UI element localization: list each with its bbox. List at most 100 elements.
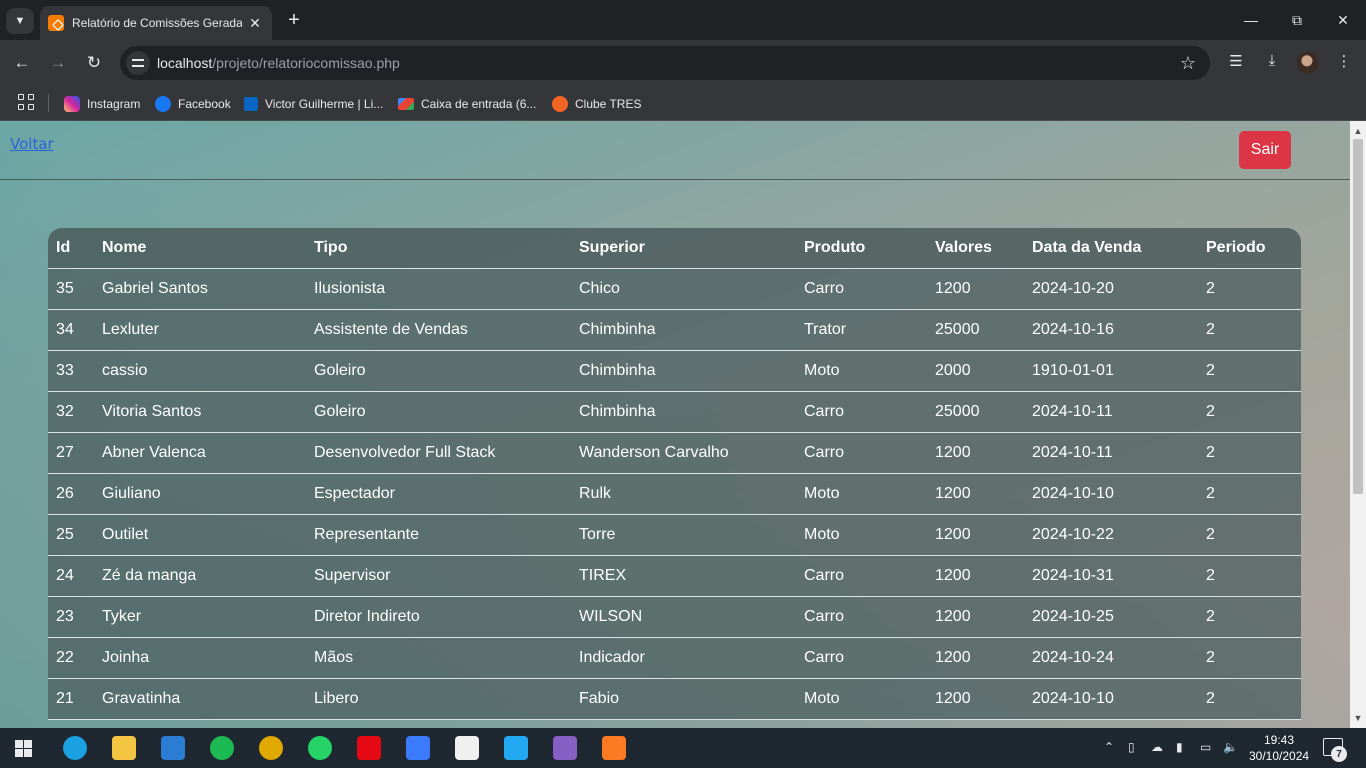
linkedin-icon [244, 97, 258, 111]
column-header: Id [48, 228, 94, 269]
tab-close-icon[interactable]: ✕ [246, 15, 264, 32]
instagram-icon [64, 96, 80, 112]
column-header: Produto [796, 228, 927, 269]
profile-avatar[interactable] [1297, 52, 1319, 74]
table-cell: Abner Valenca [94, 432, 306, 474]
bookmark-gmail[interactable]: Caixa de entrada (6... [398, 92, 536, 116]
github-icon[interactable] [455, 736, 479, 760]
bookmark-separator [48, 94, 49, 112]
bookmark-facebook[interactable]: Facebook [155, 92, 231, 116]
vertical-scrollbar[interactable]: ▲ ▼ [1350, 121, 1366, 728]
table-cell: Representante [306, 514, 571, 556]
table-cell: 25 [48, 514, 94, 556]
table-cell: Outilet [94, 514, 306, 556]
show-hidden-icons-icon[interactable]: ⌃ [1104, 740, 1114, 754]
netflix-icon[interactable] [357, 736, 381, 760]
table-cell: 25000 [927, 309, 1024, 351]
address-bar[interactable]: localhost/projeto/relatoriocomissao.php … [120, 46, 1210, 80]
table-cell: Chimbinha [571, 350, 796, 392]
url-text: localhost/projeto/relatoriocomissao.php [157, 55, 400, 71]
table-cell: 2 [1198, 514, 1301, 556]
volume-icon[interactable]: 🔈 [1223, 740, 1238, 754]
table-cell: Lexluter [94, 309, 306, 351]
vscode-icon[interactable] [504, 736, 528, 760]
scrollbar-thumb[interactable] [1353, 139, 1363, 494]
system-clock[interactable]: 19:43 30/10/2024 [1249, 732, 1309, 764]
spotify-icon[interactable] [210, 736, 234, 760]
mail-icon[interactable] [161, 736, 185, 760]
onedrive-icon[interactable]: ☁ [1151, 740, 1163, 754]
browser-titlebar: ▼ Relatório de Comissões Geradas ✕ + — ⧉… [0, 0, 1366, 40]
table-row: 22 Joinha Mãos Indicador Carro 1200 2024-10-24… [48, 637, 1301, 679]
column-header: Superior [571, 228, 796, 269]
bookmark-linkedin[interactable]: Victor Guilherme | Li... [244, 92, 383, 116]
bookmark-instagram[interactable]: Instagram [64, 92, 140, 116]
tab-search-button[interactable]: ▼ [6, 8, 34, 34]
table-cell: 21 [48, 678, 94, 720]
device-icon[interactable]: ▯ [1128, 740, 1135, 754]
xampp-icon[interactable] [602, 736, 626, 760]
edge-icon[interactable] [63, 736, 87, 760]
active-tab[interactable]: Relatório de Comissões Geradas ✕ [40, 6, 272, 40]
apps-grid-icon[interactable] [18, 94, 34, 110]
bookmark-star-icon[interactable]: ☆ [1180, 53, 1196, 74]
restore-button[interactable]: ⧉ [1274, 0, 1320, 40]
table-cell: 27 [48, 432, 94, 474]
network-icon[interactable]: ▭ [1200, 740, 1211, 754]
table-row: 24 Zé da manga Supervisor TIREX Carro 1200 202… [48, 555, 1301, 597]
bookmark-clube-tres[interactable]: Clube TRES [552, 92, 641, 116]
logout-button[interactable]: Sair [1239, 131, 1291, 169]
table-cell: 22 [48, 637, 94, 679]
clock-date: 30/10/2024 [1249, 749, 1310, 763]
windows-start-icon[interactable] [15, 740, 32, 757]
table-cell: 2 [1198, 309, 1301, 351]
bookmarks-bar: Instagram Facebook Victor Guilherme | Li… [0, 86, 1366, 121]
windows-taskbar: ⌃ ▯ ☁ ▮ ▭ 🔈 19:43 30/10/2024 7 [0, 728, 1366, 768]
table-cell: 33 [48, 350, 94, 392]
column-header: Periodo [1198, 228, 1301, 269]
table-cell: 2 [1198, 432, 1301, 474]
clube-tres-icon [552, 96, 568, 112]
table-cell: 2024-10-24 [1024, 637, 1198, 679]
commission-table-container: Id Nome Tipo Superior Produto Valores Data da … [48, 228, 1301, 720]
url-host: localhost [157, 55, 213, 71]
table-cell: 2024-10-20 [1024, 268, 1198, 310]
table-row: 33 cassio Goleiro Chimbinha Moto 2000 1910-01-… [48, 350, 1301, 392]
back-link[interactable]: Voltar [10, 135, 54, 153]
download-icon[interactable]: ⤓ [1261, 52, 1283, 69]
table-cell: TIREX [571, 555, 796, 597]
reload-icon[interactable]: ↻ [82, 51, 106, 75]
whatsapp-icon[interactable] [308, 736, 332, 760]
table-cell: 1200 [927, 555, 1024, 597]
table-cell: Mãos [306, 637, 571, 679]
new-tab-button[interactable]: + [282, 8, 306, 32]
scroll-down-arrow-icon[interactable]: ▼ [1350, 710, 1366, 726]
table-cell: Carro [796, 432, 927, 474]
table-cell: 25000 [927, 391, 1024, 433]
facebook-icon [155, 96, 171, 112]
table-cell: 2 [1198, 637, 1301, 679]
forward-arrow-icon[interactable]: → [46, 51, 70, 75]
file-explorer-icon[interactable] [112, 736, 136, 760]
site-info-icon[interactable] [126, 51, 150, 75]
table-cell: 2 [1198, 596, 1301, 638]
battery-icon[interactable]: ▮ [1176, 740, 1183, 754]
chrome-icon[interactable] [247, 728, 295, 768]
table-cell: 2024-10-25 [1024, 596, 1198, 638]
table-cell: 1910-01-01 [1024, 350, 1198, 392]
visual-studio-icon[interactable] [553, 736, 577, 760]
table-cell: 32 [48, 391, 94, 433]
media-control-icon[interactable]: ☰ [1225, 52, 1247, 70]
menu-dots-icon[interactable]: ⋮ [1333, 52, 1355, 70]
scroll-up-arrow-icon[interactable]: ▲ [1350, 123, 1366, 139]
table-body: 35 Gabriel Santos Ilusionista Chico Carro 120… [48, 268, 1301, 720]
minimize-button[interactable]: — [1228, 0, 1274, 40]
intellij-icon[interactable] [406, 736, 430, 760]
table-cell: 35 [48, 268, 94, 310]
back-arrow-icon[interactable]: ← [10, 51, 34, 75]
table-cell: 2 [1198, 555, 1301, 597]
close-window-button[interactable]: ✕ [1320, 0, 1366, 40]
column-header: Data da Venda [1024, 228, 1198, 269]
table-cell: Torre [571, 514, 796, 556]
table-cell: Supervisor [306, 555, 571, 597]
